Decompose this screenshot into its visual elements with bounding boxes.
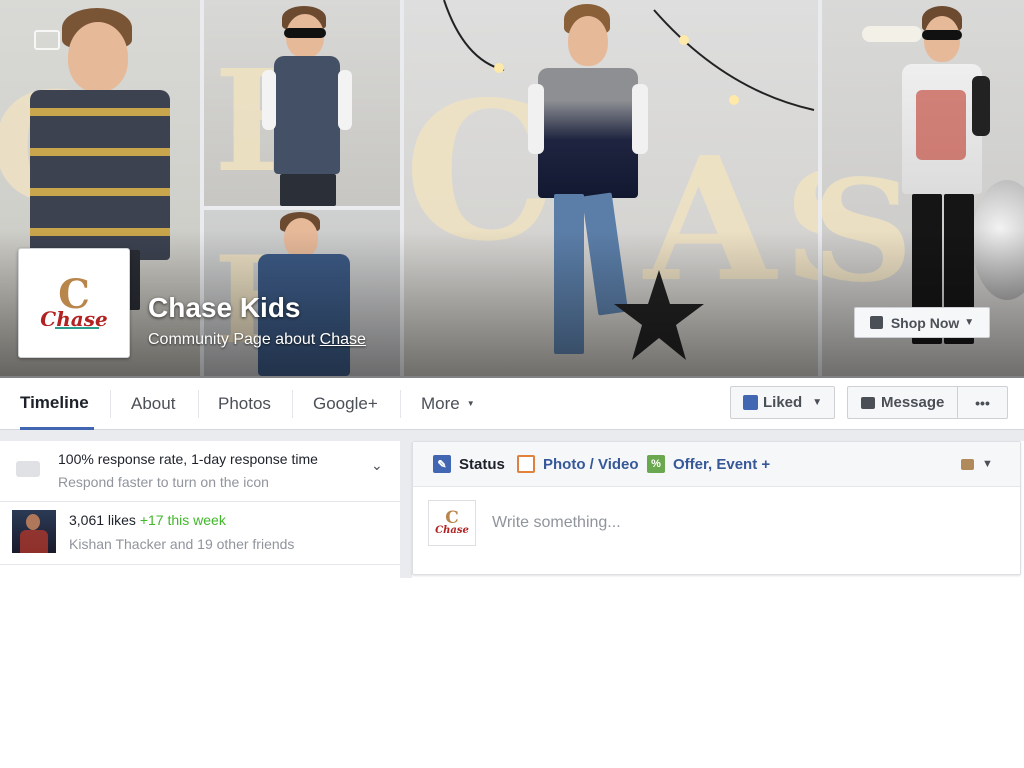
more-options-button[interactable]: •••	[957, 386, 1008, 419]
shop-now-label: Shop Now	[890, 314, 960, 331]
chevron-down-icon: ▼	[982, 458, 993, 470]
tab-status[interactable]: ✎ Status	[433, 442, 505, 486]
camera-icon[interactable]	[26, 326, 52, 346]
photo-icon	[517, 455, 535, 473]
cover-photo-panel: H	[204, 0, 400, 206]
column-gutter	[400, 430, 412, 578]
tab-about[interactable]: About	[131, 378, 175, 429]
response-hint-text: Respond faster to turn on the icon	[58, 474, 269, 490]
shop-now-button[interactable]: Shop Now ▼	[854, 307, 990, 338]
tab-label: Status	[459, 455, 505, 473]
tab-divider	[110, 390, 111, 418]
tab-offer-event[interactable]: % Offer, Event +	[647, 442, 770, 486]
content-background	[0, 430, 1024, 441]
composer-avatar: C Chase	[428, 500, 476, 546]
logo-text: Chase	[435, 525, 469, 536]
composer-input[interactable]: Write something...	[492, 514, 621, 532]
tab-more[interactable]: More ▼	[421, 378, 475, 429]
likes-row[interactable]: 3,061 likes +17 this week Kishan Thacker…	[0, 502, 400, 565]
cover-photo[interactable]: C H E	[0, 0, 1024, 378]
message-button[interactable]: Message	[847, 386, 957, 419]
liked-label: Liked	[763, 394, 803, 411]
friend-avatar[interactable]	[12, 510, 56, 553]
more-options-label: •••	[975, 394, 990, 411]
camera-icon[interactable]	[34, 30, 60, 50]
logo-letter: C	[445, 508, 459, 528]
page-subtitle-link[interactable]: Chase	[320, 331, 366, 348]
likes-count-text: 3,061 likes	[69, 512, 136, 528]
message-icon	[861, 396, 875, 409]
pencil-icon: ✎	[433, 455, 451, 473]
liked-button[interactable]: Liked ▼	[730, 386, 835, 419]
tab-label: Photos	[218, 393, 271, 413]
speech-bubble-icon	[16, 461, 40, 477]
composer-tabs: ✎ Status Photo / Video % Offer, Event + …	[413, 442, 1020, 487]
bag-icon	[869, 316, 883, 329]
page-subtitle-prefix: Community Page about	[148, 331, 316, 348]
chevron-down-icon: ▼	[466, 399, 475, 408]
left-column: 100% response rate, 1-day response time …	[0, 441, 400, 577]
chevron-down-icon[interactable]: ⌄	[371, 457, 383, 474]
tab-label: More	[421, 393, 460, 413]
response-rate-text: 100% response rate, 1-day response time	[58, 451, 318, 467]
tab-timeline[interactable]: Timeline	[20, 378, 94, 430]
tab-divider	[198, 390, 199, 418]
tab-label: About	[131, 393, 176, 413]
privacy-selector[interactable]: ▼	[961, 442, 993, 486]
chevron-down-icon: ▼	[812, 397, 823, 408]
tab-photos[interactable]: Photos	[218, 378, 271, 429]
response-rate-row[interactable]: 100% response rate, 1-day response time …	[0, 441, 400, 502]
likes-count: 3,061 likes +17 this week	[69, 512, 226, 528]
tab-label: Timeline	[20, 392, 89, 412]
post-composer: ✎ Status Photo / Video % Offer, Event + …	[412, 441, 1021, 575]
tab-label: Google+	[313, 393, 378, 413]
page-subtitle: Community Page about Chase	[148, 331, 366, 349]
privacy-icon	[961, 458, 974, 470]
offer-icon: %	[647, 455, 665, 473]
page-title: Chase Kids	[148, 292, 301, 323]
chevron-down-icon: ▼	[964, 317, 975, 328]
likes-delta: +17 this week	[139, 512, 226, 528]
tab-photo-video[interactable]: Photo / Video	[517, 442, 639, 486]
tab-divider	[292, 390, 293, 418]
tab-label: Offer, Event +	[673, 455, 771, 473]
friends-who-like[interactable]: Kishan Thacker and 19 other friends	[69, 536, 294, 552]
tab-google-plus[interactable]: Google+	[313, 378, 378, 429]
page-navigation: Timeline About Photos Google+ More ▼ Lik…	[0, 378, 1024, 430]
tab-divider	[400, 390, 401, 418]
tab-label: Photo / Video	[543, 455, 639, 473]
thumbs-up-icon	[743, 395, 758, 410]
message-label: Message	[881, 394, 945, 411]
